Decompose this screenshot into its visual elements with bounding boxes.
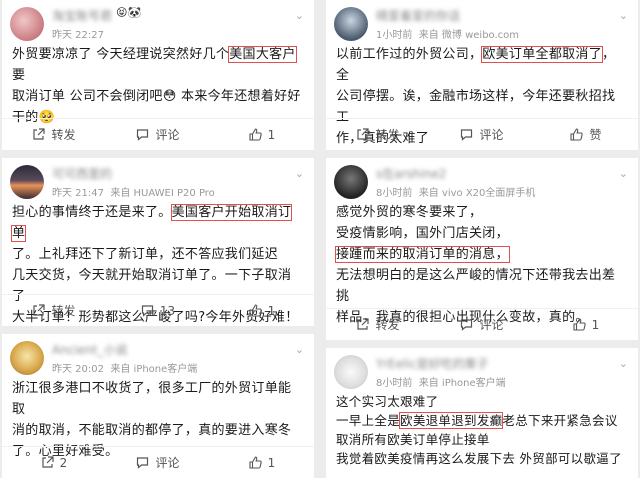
username[interactable]: 晴爱着爱的你话 (376, 7, 460, 24)
repost-button[interactable]: 转发 (2, 119, 106, 150)
comment-button[interactable]: 13 (106, 295, 210, 326)
post-text: 这个实习太艰难了 一早上全是欧美退单退到发癫老总下来开紧急会议 取消所有欧美订单… (336, 394, 622, 466)
avatar[interactable] (10, 165, 44, 199)
action-bar: 转发 13 1 (2, 294, 314, 326)
highlight: 接踵而来的取消订单的消息， (335, 246, 510, 263)
avatar[interactable] (10, 341, 44, 375)
post-time: 昨天 21:47 来自 HUAWEI P20 Pro (52, 188, 215, 199)
chevron-down-icon[interactable]: ⌄ (619, 357, 628, 370)
like-button[interactable]: 1 (210, 295, 314, 326)
action-bar: 转发 评论 1 (2, 118, 314, 150)
username[interactable]: YrEelic是好吃的栗子 (376, 355, 489, 372)
chevron-down-icon[interactable]: ⌄ (619, 167, 628, 180)
like-button[interactable]: 赞 (534, 119, 638, 150)
like-button[interactable]: 1 (210, 447, 314, 478)
thumbs-up-icon (570, 128, 584, 141)
comment-icon (141, 304, 154, 317)
comment-button[interactable]: 评论 (430, 119, 534, 150)
repost-icon (356, 128, 370, 141)
avatar[interactable] (334, 7, 368, 41)
weibo-post-card[interactable]: Ancient_小说 昨天 20:02 来自 iPhone客户端 ⌄ 浙江很多港… (2, 334, 314, 478)
chevron-down-icon[interactable]: ⌄ (295, 167, 304, 180)
emoji-badges: 😝🐼 (116, 6, 142, 19)
repost-button[interactable]: 转发 (326, 309, 430, 340)
repost-button[interactable]: 转发 (2, 295, 106, 326)
chevron-down-icon[interactable]: ⌄ (295, 343, 304, 356)
repost-icon (32, 128, 46, 141)
repost-icon (41, 456, 54, 469)
weibo-post-card[interactable]: 可可西里的 昨天 21:47 来自 HUAWEI P20 Pro ⌄ 担心的事情… (2, 158, 314, 326)
post-time: 1小时前 来自 微博 weibo.com (376, 30, 520, 41)
action-bar: 转发 评论 赞 (326, 118, 638, 150)
repost-icon (356, 318, 370, 331)
thumbs-up-icon (249, 456, 262, 469)
weibo-post-card[interactable]: s在arshine2 8小时前 来自 vivo X20全面屏手机 ⌄ 感觉外贸的… (326, 158, 638, 340)
avatar[interactable] (10, 7, 44, 41)
comment-button[interactable]: 评论 (106, 447, 210, 478)
comment-icon (136, 456, 149, 469)
highlight: 欧美退单退到发癫 (399, 412, 504, 429)
repost-button[interactable]: 2 (2, 447, 106, 478)
comment-button[interactable]: 评论 (106, 119, 210, 150)
comment-icon (460, 318, 473, 331)
username[interactable]: 可可西里的 (52, 165, 112, 182)
repost-button[interactable]: 转发 (326, 119, 430, 150)
action-bar: 转发 评论 1 (326, 308, 638, 340)
avatar[interactable] (334, 355, 368, 389)
thumbs-up-icon (249, 128, 262, 141)
repost-icon (32, 304, 46, 317)
thumbs-up-icon (249, 304, 262, 317)
like-button[interactable]: 1 (210, 119, 314, 150)
post-time: 昨天 20:02 来自 iPhone客户端 (52, 364, 198, 375)
username[interactable]: Ancient_小说 (52, 341, 127, 358)
post-time: 8小时前 来自 vivo X20全面屏手机 (376, 188, 536, 199)
username[interactable]: s在arshine2 (376, 165, 446, 182)
chevron-down-icon[interactable]: ⌄ (295, 9, 304, 22)
highlight: 美国大客户 (228, 46, 297, 63)
like-button[interactable]: 1 (534, 309, 638, 340)
username[interactable]: 淘宝账号君 (52, 7, 112, 24)
post-text: 外贸要凉凉了 今天经理说突然好几个美国大客户要 取消订单 公司不会倒闭吧😳 本来… (12, 46, 301, 125)
weibo-post-card[interactable]: 淘宝账号君 😝🐼 昨天 22:27 ⌄ 外贸要凉凉了 今天经理说突然好几个美国大… (2, 0, 314, 150)
weibo-post-card[interactable]: YrEelic是好吃的栗子 8小时前 来自 iPhone客户端 ⌄ 这个实习太艰… (326, 348, 638, 478)
chevron-down-icon[interactable]: ⌄ (619, 9, 628, 22)
thumbs-up-icon (573, 318, 586, 331)
comment-icon (136, 128, 149, 141)
post-time: 昨天 22:27 (52, 30, 104, 41)
weibo-post-card[interactable]: 晴爱着爱的你话 1小时前 来自 微博 weibo.com ⌄ 以前工作过的外贸公… (326, 0, 638, 150)
comment-icon (460, 128, 473, 141)
highlight: 欧美订单全都取消了 (481, 46, 604, 63)
comment-button[interactable]: 评论 (430, 309, 534, 340)
post-time: 8小时前 来自 iPhone客户端 (376, 378, 506, 389)
action-bar: 2 评论 1 (2, 446, 314, 478)
avatar[interactable] (334, 165, 368, 199)
